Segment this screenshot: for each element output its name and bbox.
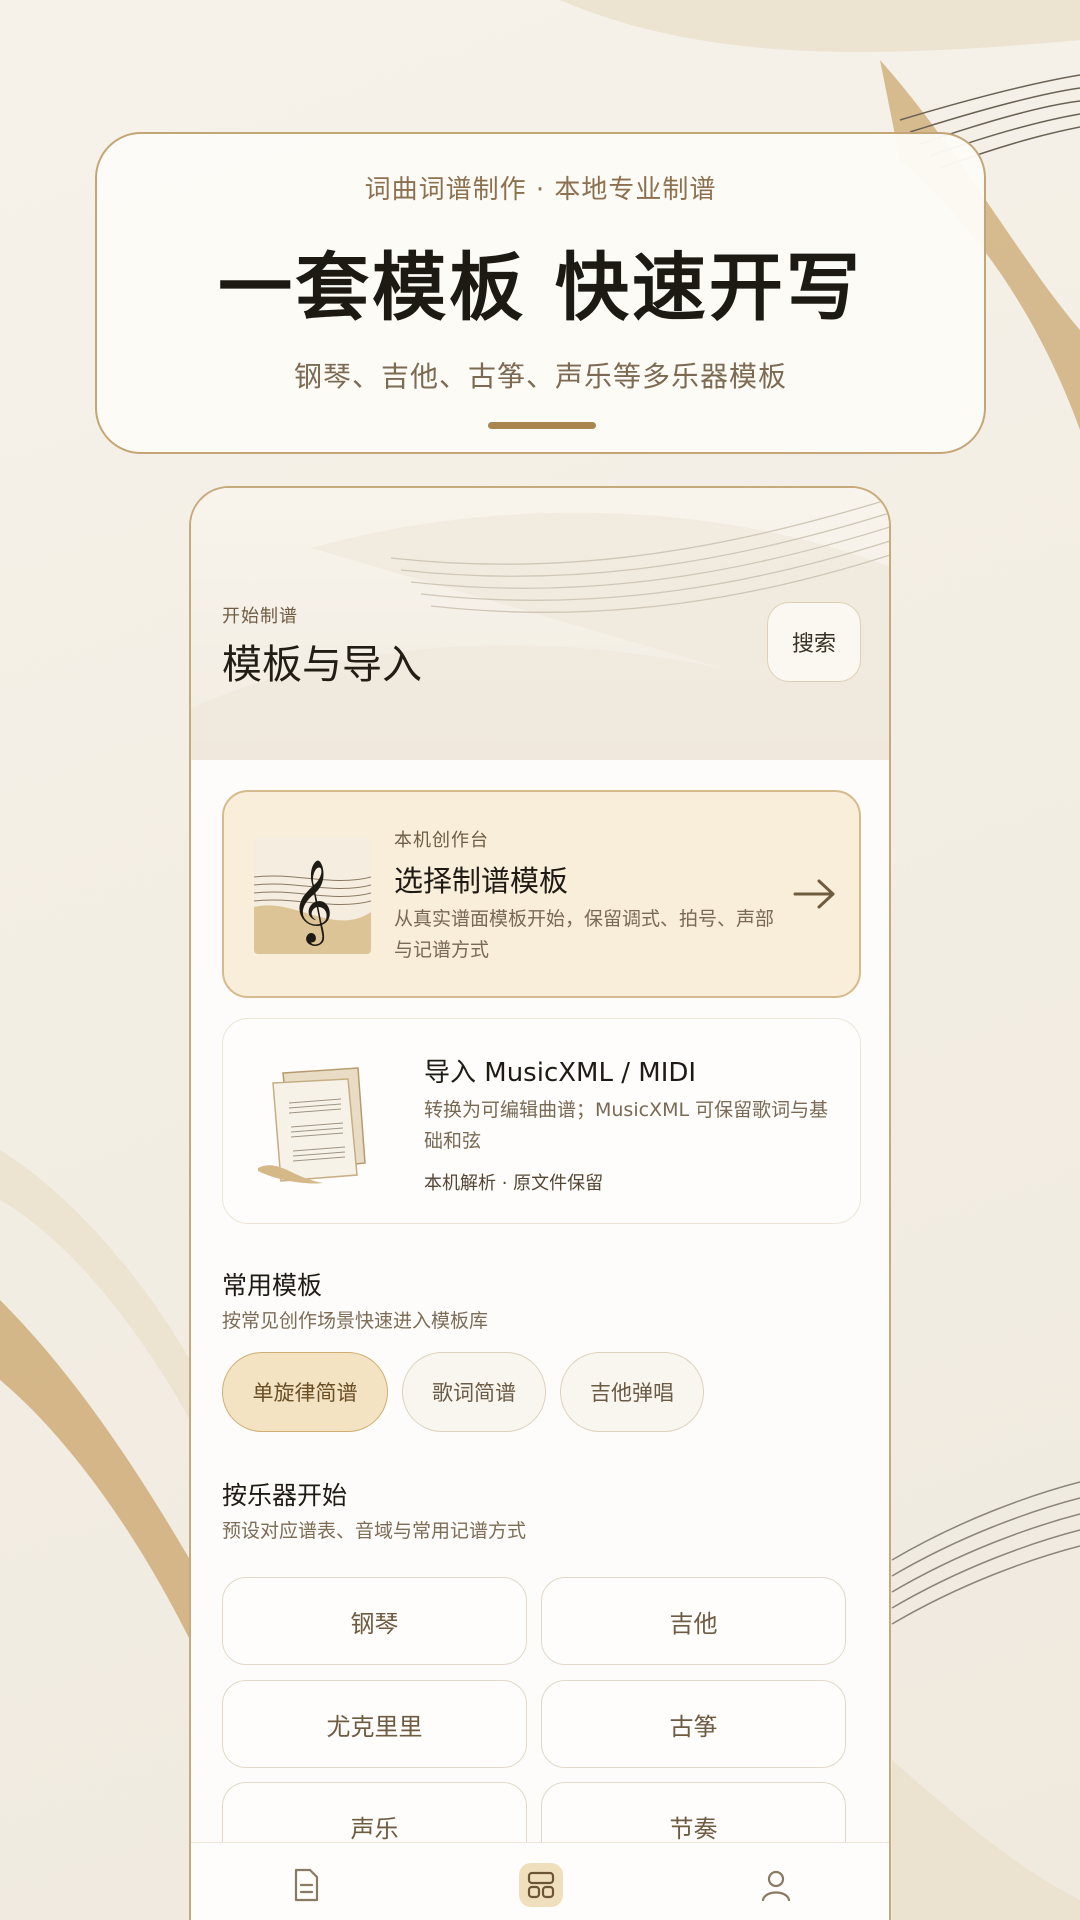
instrument-ukulele[interactable]: 尤克里里 xyxy=(222,1680,527,1768)
tab-profile[interactable]: 我的 xyxy=(716,1843,836,1920)
common-templates-title: 常用模板 xyxy=(222,1271,323,1300)
promo-subtitle: 钢琴、吉他、古筝、声乐等多乐器模板 xyxy=(293,360,787,393)
import-card-description: 转换为可编辑曲谱；MusicXML 可保留歌词与基础和弦 xyxy=(424,1099,829,1152)
chip-guitar-singing[interactable]: 吉他弹唱 xyxy=(560,1352,704,1432)
promo-banner: 词曲词谱制作 · 本地专业制谱 一套模板 快速开写 钢琴、吉他、古筝、声乐等多乐… xyxy=(95,132,986,454)
phone-screen: 开始制谱 模板与导入 搜索 𝄞 本机创作台 选择制谱模板 从真实谱面模板开始，保… xyxy=(189,486,891,1920)
select-card-description: 从真实谱面模板开始，保留调式、拍号、声部与记谱方式 xyxy=(394,908,775,961)
arrow-right-icon xyxy=(793,879,835,909)
tab-bar: 作品 模板 我的 xyxy=(191,1842,889,1920)
document-icon xyxy=(294,1868,319,1902)
select-card-eyebrow: 本机创作台 xyxy=(394,830,489,851)
chip-lyrics-jianpu[interactable]: 歌词简谱 xyxy=(402,1352,546,1432)
promo-divider xyxy=(488,422,596,429)
treble-clef-icon: 𝄞 xyxy=(254,837,371,954)
chip-melody-jianpu[interactable]: 单旋律简谱 xyxy=(222,1352,388,1432)
common-templates-subtitle: 按常见创作场景快速进入模板库 xyxy=(222,1310,489,1332)
promo-title: 一套模板 快速开写 xyxy=(218,245,863,331)
instruments-subtitle: 预设对应谱表、音域与常用记谱方式 xyxy=(222,1520,527,1542)
import-card-title: 导入 MusicXML / MIDI xyxy=(424,1058,697,1088)
header-eyebrow: 开始制谱 xyxy=(222,606,298,627)
import-card-meta: 本机解析 · 原文件保留 xyxy=(424,1173,604,1194)
tab-works[interactable]: 作品 xyxy=(246,1843,366,1920)
select-card-title: 选择制谱模板 xyxy=(394,864,569,898)
select-template-card[interactable]: 𝄞 本机创作台 选择制谱模板 从真实谱面模板开始，保留调式、拍号、声部与记谱方式 xyxy=(222,790,861,998)
promo-eyebrow: 词曲词谱制作 · 本地专业制谱 xyxy=(364,175,717,205)
tab-templates[interactable]: 模板 xyxy=(481,1843,601,1920)
svg-text:𝄞: 𝄞 xyxy=(291,858,334,946)
instruments-title: 按乐器开始 xyxy=(222,1481,348,1510)
import-card[interactable]: 导入 MusicXML / MIDI 转换为可编辑曲谱；MusicXML 可保留… xyxy=(222,1018,861,1224)
instrument-guzheng[interactable]: 古筝 xyxy=(541,1680,846,1768)
instrument-guitar[interactable]: 吉他 xyxy=(541,1577,846,1665)
page-title: 模板与导入 xyxy=(222,642,422,688)
search-button[interactable]: 搜索 xyxy=(767,602,861,682)
template-grid-icon xyxy=(527,1871,555,1899)
page-header: 开始制谱 模板与导入 搜索 xyxy=(191,488,889,760)
sheet-music-icon xyxy=(253,1053,375,1189)
user-icon xyxy=(761,1870,791,1902)
instrument-piano[interactable]: 钢琴 xyxy=(222,1577,527,1665)
